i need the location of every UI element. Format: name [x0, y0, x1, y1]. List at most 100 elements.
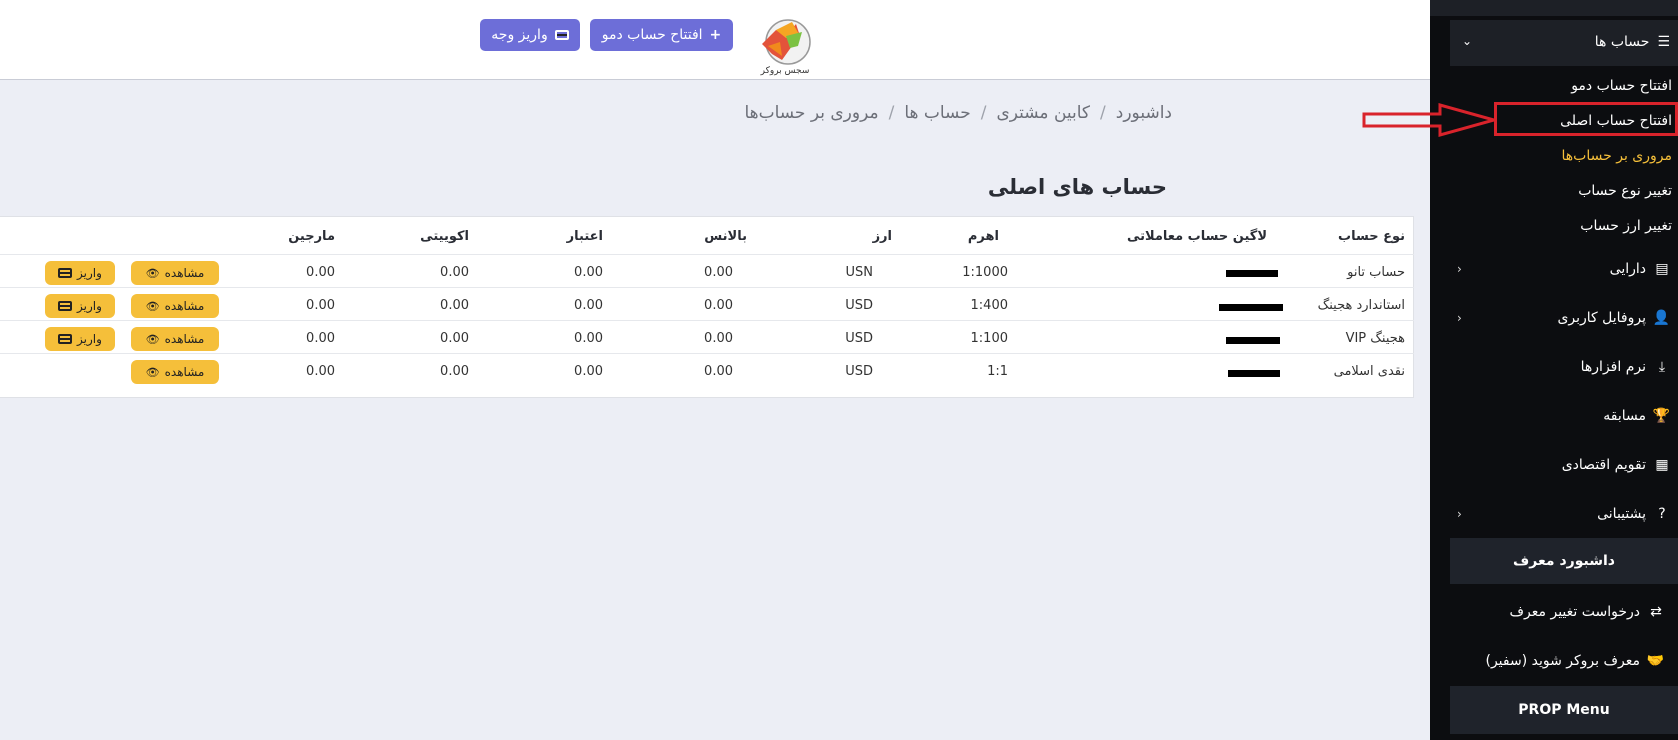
col-header-leverage: اهرم — [967, 229, 999, 244]
view-account-button[interactable]: 👁 مشاهده — [131, 261, 219, 285]
cell-margin: 0.00 — [306, 331, 335, 346]
col-header-margin: مارجین — [288, 229, 335, 244]
credit-card-icon — [58, 268, 73, 278]
annotation-highlight-box — [1494, 102, 1678, 136]
redacted-login — [1226, 337, 1280, 344]
deposit-account-button[interactable]: واریز — [45, 294, 115, 318]
sidebar-item-become-referrer[interactable]: 🤝 معرف بروکر شوید (سفیر) — [1445, 651, 1678, 671]
col-header-equity: اکوییتی — [420, 229, 469, 244]
deposit-funds-button[interactable]: واریز وجه — [480, 19, 580, 51]
chevron-left-icon: ‹ — [1457, 311, 1462, 325]
sidebar-item-profile[interactable]: 👤 پروفایل کاربری ‹ — [1445, 308, 1678, 328]
sidebar-item-change-referrer[interactable]: ⇄ درخواست تغییر معرف — [1445, 602, 1678, 622]
view-account-button[interactable]: 👁 مشاهده — [131, 327, 219, 351]
sidebar-accounts-group[interactable]: ☰ حساب ها ⌄ — [1450, 20, 1678, 66]
sidebar-item-contest[interactable]: 🏆 مسابقه — [1445, 406, 1678, 426]
cell-credit: 0.00 — [574, 298, 603, 313]
deposit-account-button[interactable]: واریز — [45, 327, 115, 351]
open-demo-account-label: افتتاح حساب دمو — [601, 27, 703, 43]
download-icon: ⤓ — [1658, 359, 1666, 375]
cell-currency: USD — [845, 331, 873, 346]
breadcrumb-separator: / — [980, 103, 987, 123]
chevron-left-icon: ‹ — [1457, 507, 1462, 521]
wallet-icon: ▤ — [1655, 261, 1669, 277]
cell-type: استاندارد هجینگ — [1317, 298, 1405, 313]
breadcrumb: داشبورد / کابین مشتری / حساب ها / مروری … — [744, 103, 1172, 123]
sidebar-item-software[interactable]: ⤓ نرم افزارها — [1445, 357, 1678, 377]
cell-margin: 0.00 — [306, 298, 335, 313]
sidebar-top-strip — [1430, 0, 1678, 16]
cell-balance: 0.00 — [704, 364, 733, 379]
redacted-login — [1219, 304, 1283, 311]
main-content: افتتاح حساب دمو + واریز وجه سجس بروکر دا… — [0, 0, 1430, 740]
cell-balance: 0.00 — [704, 331, 733, 346]
cell-type: حساب تانو — [1347, 265, 1405, 280]
user-icon: 👤 — [1652, 310, 1670, 326]
accounts-table: نوع حساب لاگین حساب معاملاتی اهرم ارز با… — [0, 216, 1414, 398]
view-account-button[interactable]: 👁 مشاهده — [131, 294, 219, 318]
sidebar-item-support[interactable]: ? پشتیبانی ‹ — [1445, 504, 1678, 524]
cell-balance: 0.00 — [704, 265, 733, 280]
cell-equity: 0.00 — [440, 265, 469, 280]
credit-card-icon — [58, 301, 73, 311]
prop-menu-header[interactable]: PROP Menu — [1450, 686, 1678, 734]
cell-equity: 0.00 — [440, 298, 469, 313]
redacted-login — [1228, 370, 1280, 377]
redacted-login — [1226, 270, 1278, 277]
deposit-account-button[interactable]: واریز — [45, 261, 115, 285]
open-demo-account-button[interactable]: افتتاح حساب دمو + — [590, 19, 733, 51]
eye-icon: 👁 — [145, 365, 160, 379]
cell-equity: 0.00 — [440, 364, 469, 379]
credit-card-icon — [554, 30, 569, 40]
topbar: افتتاح حساب دمو + واریز وجه سجس بروکر — [0, 0, 1430, 80]
cell-type: VIP هجینگ — [1345, 331, 1405, 346]
cell-credit: 0.00 — [574, 331, 603, 346]
handshake-icon: 🤝 — [1646, 653, 1664, 669]
calendar-icon: ▦ — [1655, 457, 1669, 473]
cell-credit: 0.00 — [574, 265, 603, 280]
cell-leverage: 1:1000 — [962, 265, 1008, 280]
cell-leverage: 1:400 — [970, 298, 1008, 313]
sidebar-sub-change-currency[interactable]: تغییر ارز حساب — [1580, 218, 1672, 234]
referrer-dashboard-header: داشبورد معرف — [1450, 538, 1678, 584]
credit-card-icon — [58, 334, 73, 344]
cell-currency: USN — [845, 265, 874, 280]
plus-icon: + — [709, 27, 722, 43]
broker-logo[interactable]: سجس بروکر — [752, 16, 818, 78]
row-divider — [0, 353, 1414, 354]
trophy-icon: 🏆 — [1652, 408, 1670, 424]
col-header-credit: اعتبار — [566, 229, 603, 244]
breadcrumb-client-cabinet[interactable]: کابین مشتری — [996, 103, 1090, 123]
view-account-button[interactable]: 👁 مشاهده — [131, 360, 219, 384]
exchange-icon: ⇄ — [1650, 604, 1662, 620]
sidebar-item-assets[interactable]: ▤ دارایی ‹ — [1445, 259, 1678, 279]
cell-leverage: 1:100 — [970, 331, 1008, 346]
col-header-currency: ارز — [872, 229, 892, 244]
cell-equity: 0.00 — [440, 331, 469, 346]
col-header-type: نوع حساب — [1338, 229, 1405, 244]
row-divider — [0, 254, 1414, 255]
cell-type: نقدی اسلامی — [1333, 364, 1405, 379]
breadcrumb-current: مروری بر حساب‌ها — [744, 103, 879, 123]
sidebar-item-calendar[interactable]: ▦ تقویم اقتصادی — [1445, 455, 1678, 475]
sidebar-accounts-label: حساب ها — [1594, 34, 1650, 50]
row-divider — [0, 320, 1414, 321]
eye-icon: 👁 — [145, 332, 160, 346]
cell-leverage: 1:1 — [987, 364, 1008, 379]
sidebar-sub-open-demo[interactable]: افتتاح حساب دمو — [1571, 78, 1672, 94]
bull-logo-icon — [762, 19, 811, 65]
breadcrumb-accounts[interactable]: حساب ها — [904, 103, 970, 123]
col-header-login: لاگین حساب معاملاتی — [1126, 229, 1267, 244]
breadcrumb-dashboard[interactable]: داشبورد — [1116, 103, 1172, 123]
row-divider — [0, 287, 1414, 288]
breadcrumb-separator: / — [888, 103, 895, 123]
question-icon: ? — [1658, 506, 1666, 522]
cell-credit: 0.00 — [574, 364, 603, 379]
eye-icon: 👁 — [145, 299, 160, 313]
chevron-down-icon: ⌄ — [1462, 34, 1473, 48]
deposit-funds-label: واریز وجه — [491, 27, 548, 43]
sidebar-sub-change-type[interactable]: تغییر نوع حساب — [1578, 183, 1672, 199]
cell-margin: 0.00 — [306, 265, 335, 280]
col-header-balance: بالانس — [704, 229, 747, 244]
sidebar-sub-accounts-overview[interactable]: مروری بر حساب‌ها — [1562, 148, 1672, 164]
